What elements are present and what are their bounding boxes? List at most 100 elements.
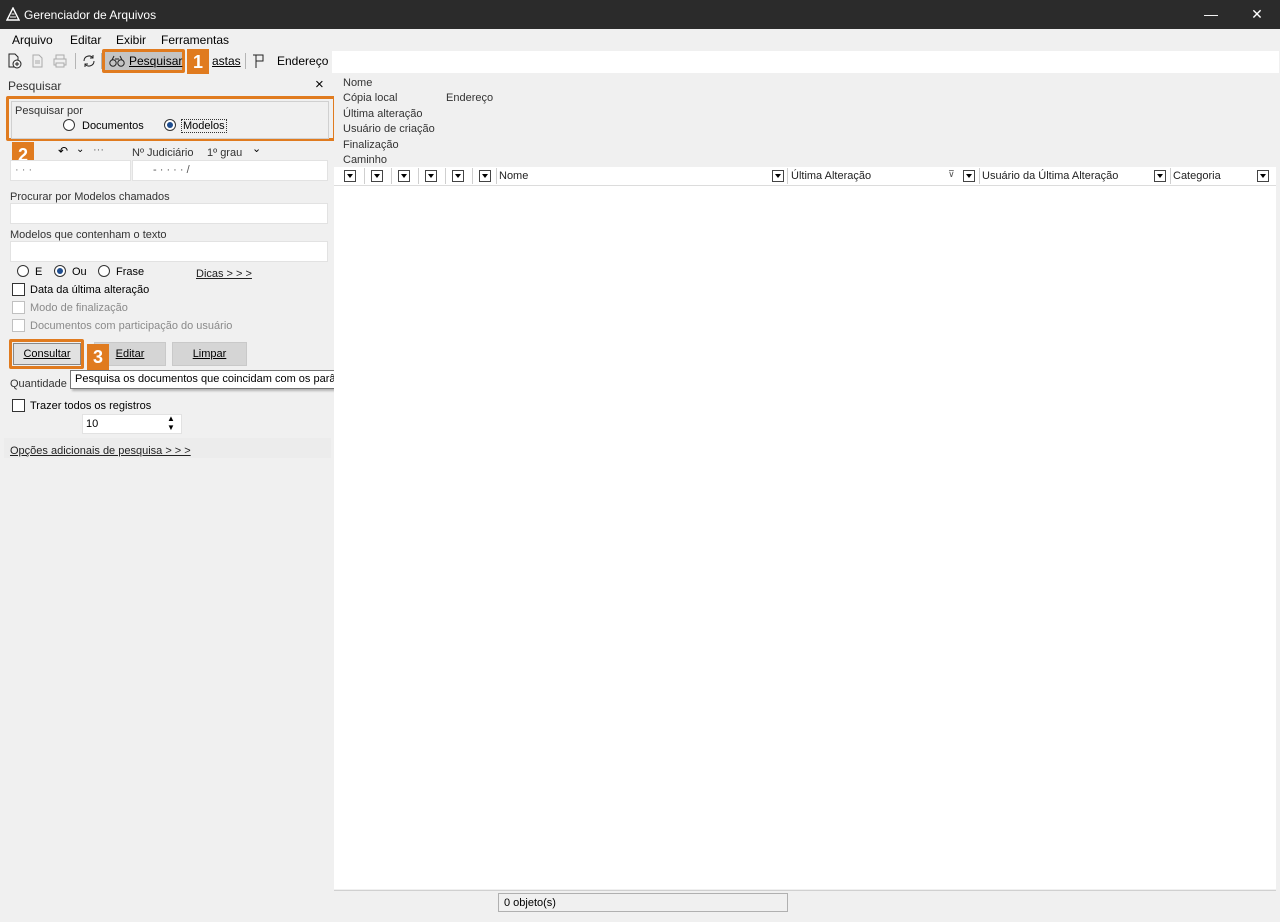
column-separator (1170, 168, 1171, 184)
search-by-label: Pesquisar por (15, 105, 83, 117)
menu-ferramentas[interactable]: Ferramentas (161, 33, 229, 47)
grade-label[interactable]: 1º grau (207, 147, 242, 159)
column-header-usuario[interactable]: Usuário da Última Alteração (982, 170, 1118, 182)
judicial-number-left-value: · · · (15, 164, 33, 176)
stepper-down-icon[interactable]: ▼ (167, 424, 175, 432)
checkbox-user-participation-label: Documentos com participação do usuário (30, 320, 233, 332)
checkbox-user-participation (12, 319, 25, 332)
status-bar: 0 objeto(s) (334, 890, 1276, 913)
close-window-button[interactable]: ✕ (1234, 0, 1280, 29)
more-options-link[interactable]: Opções adicionais de pesquisa > > > (10, 445, 191, 457)
chevron-down-icon[interactable]: ⌄ (76, 144, 84, 155)
window-title: Gerenciador de Arquivos (24, 8, 157, 22)
address-pin-icon (253, 54, 264, 68)
info-finalizacao: Finalização (343, 139, 399, 151)
edit-button-label: Editar (115, 348, 145, 360)
radio-ou-label[interactable]: Ou (72, 266, 87, 278)
column-filter-dropdown[interactable] (963, 170, 975, 182)
checkbox-finalization-mode (12, 301, 25, 314)
address-input[interactable] (332, 51, 1279, 73)
checkbox-bring-all[interactable] (12, 399, 25, 412)
column-separator (496, 168, 497, 184)
judicial-number-field-right[interactable]: - · · · · / (132, 160, 328, 181)
info-endereco: Endereço (446, 92, 494, 104)
info-copia-local: Cópia local (343, 92, 398, 104)
grid-header: Nome Última Alteração ⊽ Usuário da Últim… (334, 167, 1276, 186)
column-separator (391, 168, 392, 184)
checkbox-last-change-date[interactable] (12, 283, 25, 296)
minimize-button[interactable]: — (1188, 0, 1234, 29)
close-panel-icon[interactable]: × (315, 76, 324, 93)
radio-frase[interactable] (98, 265, 110, 277)
radio-frase-label[interactable]: Frase (116, 266, 144, 278)
judicial-number-field-left[interactable]: · · · (10, 160, 131, 181)
column-header-categoria[interactable]: Categoria (1173, 170, 1221, 182)
column-filter-dropdown[interactable] (452, 170, 464, 182)
column-filter-dropdown[interactable] (1154, 170, 1166, 182)
copy-document-icon[interactable] (29, 53, 45, 69)
status-count-panel: 0 objeto(s) (498, 893, 788, 912)
radio-modelos-label[interactable]: Modelos (181, 119, 227, 133)
name-search-input[interactable] (10, 203, 328, 224)
info-caminho: Caminho (343, 154, 388, 166)
radio-modelos[interactable] (164, 119, 176, 131)
document-info-panel: Nome Cópia local Endereço Última alteraç… (334, 74, 1276, 166)
column-separator (979, 168, 980, 184)
column-separator (445, 168, 446, 184)
checkbox-finalization-mode-label: Modo de finalização (30, 302, 128, 314)
title-bar: Gerenciador de Arquivos — ✕ (0, 0, 1280, 29)
sort-icon: ⊽ (948, 169, 955, 179)
app-icon (6, 7, 20, 21)
quantity-value: 10 (86, 418, 99, 430)
text-search-label: Modelos que contenham o texto (10, 229, 167, 241)
radio-documentos-label[interactable]: Documentos (82, 120, 144, 132)
info-usuario-criacao: Usuário de criação (343, 123, 435, 135)
step-badge-3: 3 (87, 344, 109, 370)
checkbox-last-change-date-label[interactable]: Data da última alteração (30, 284, 149, 296)
search-button[interactable]: Pesquisar (105, 52, 182, 70)
toolbar-separator (75, 53, 76, 69)
column-header-ultima-alteracao[interactable]: Última Alteração (791, 170, 871, 182)
clear-button-label: Limpar (192, 348, 227, 360)
quantity-stepper[interactable]: 10 ▲ ▼ (82, 414, 182, 434)
stepper-up-icon[interactable]: ▲ (167, 415, 175, 423)
column-filter-dropdown[interactable] (371, 170, 383, 182)
tips-link[interactable]: Dicas > > > (196, 268, 252, 280)
search-panel-title: Pesquisar (8, 79, 62, 93)
menu-editar[interactable]: Editar (70, 33, 101, 47)
more-icon[interactable]: ··· (93, 144, 104, 156)
column-filter-dropdown[interactable] (479, 170, 491, 182)
radio-documentos[interactable] (63, 119, 75, 131)
grade-chevron-icon[interactable]: ⌄ (252, 142, 261, 155)
column-separator (364, 168, 365, 184)
consult-button[interactable]: Consultar (13, 343, 81, 365)
judicial-number-right-value: - · · · · / (153, 164, 190, 176)
grid-body[interactable] (334, 186, 1276, 889)
folders-button[interactable]: astas (212, 54, 241, 68)
column-filter-dropdown[interactable] (425, 170, 437, 182)
menu-exibir[interactable]: Exibir (116, 33, 146, 47)
search-panel-header: Pesquisar × (4, 74, 331, 96)
text-search-input[interactable] (10, 241, 328, 262)
radio-e-label[interactable]: E (35, 266, 42, 278)
clear-button[interactable]: Limpar (172, 342, 247, 366)
info-ultima-alteracao: Última alteração (343, 108, 423, 120)
refresh-icon[interactable] (81, 53, 97, 69)
checkbox-bring-all-label[interactable]: Trazer todos os registros (30, 400, 151, 412)
column-filter-dropdown[interactable] (772, 170, 784, 182)
radio-e[interactable] (17, 265, 29, 277)
binoculars-icon (109, 55, 125, 67)
column-header-nome[interactable]: Nome (499, 170, 528, 182)
column-filter-dropdown[interactable] (1257, 170, 1269, 182)
radio-ou[interactable] (54, 265, 66, 277)
step-badge-1: 1 (187, 49, 209, 75)
quantity-label: Quantidade (10, 378, 67, 390)
column-filter-dropdown[interactable] (398, 170, 410, 182)
column-filter-dropdown[interactable] (344, 170, 356, 182)
print-icon[interactable] (52, 53, 68, 69)
name-search-label: Procurar por Modelos chamados (10, 191, 170, 203)
menu-arquivo[interactable]: Arquivo (12, 33, 53, 47)
undo-icon[interactable]: ↶ (58, 144, 68, 158)
new-document-icon[interactable] (6, 53, 22, 69)
column-separator (418, 168, 419, 184)
